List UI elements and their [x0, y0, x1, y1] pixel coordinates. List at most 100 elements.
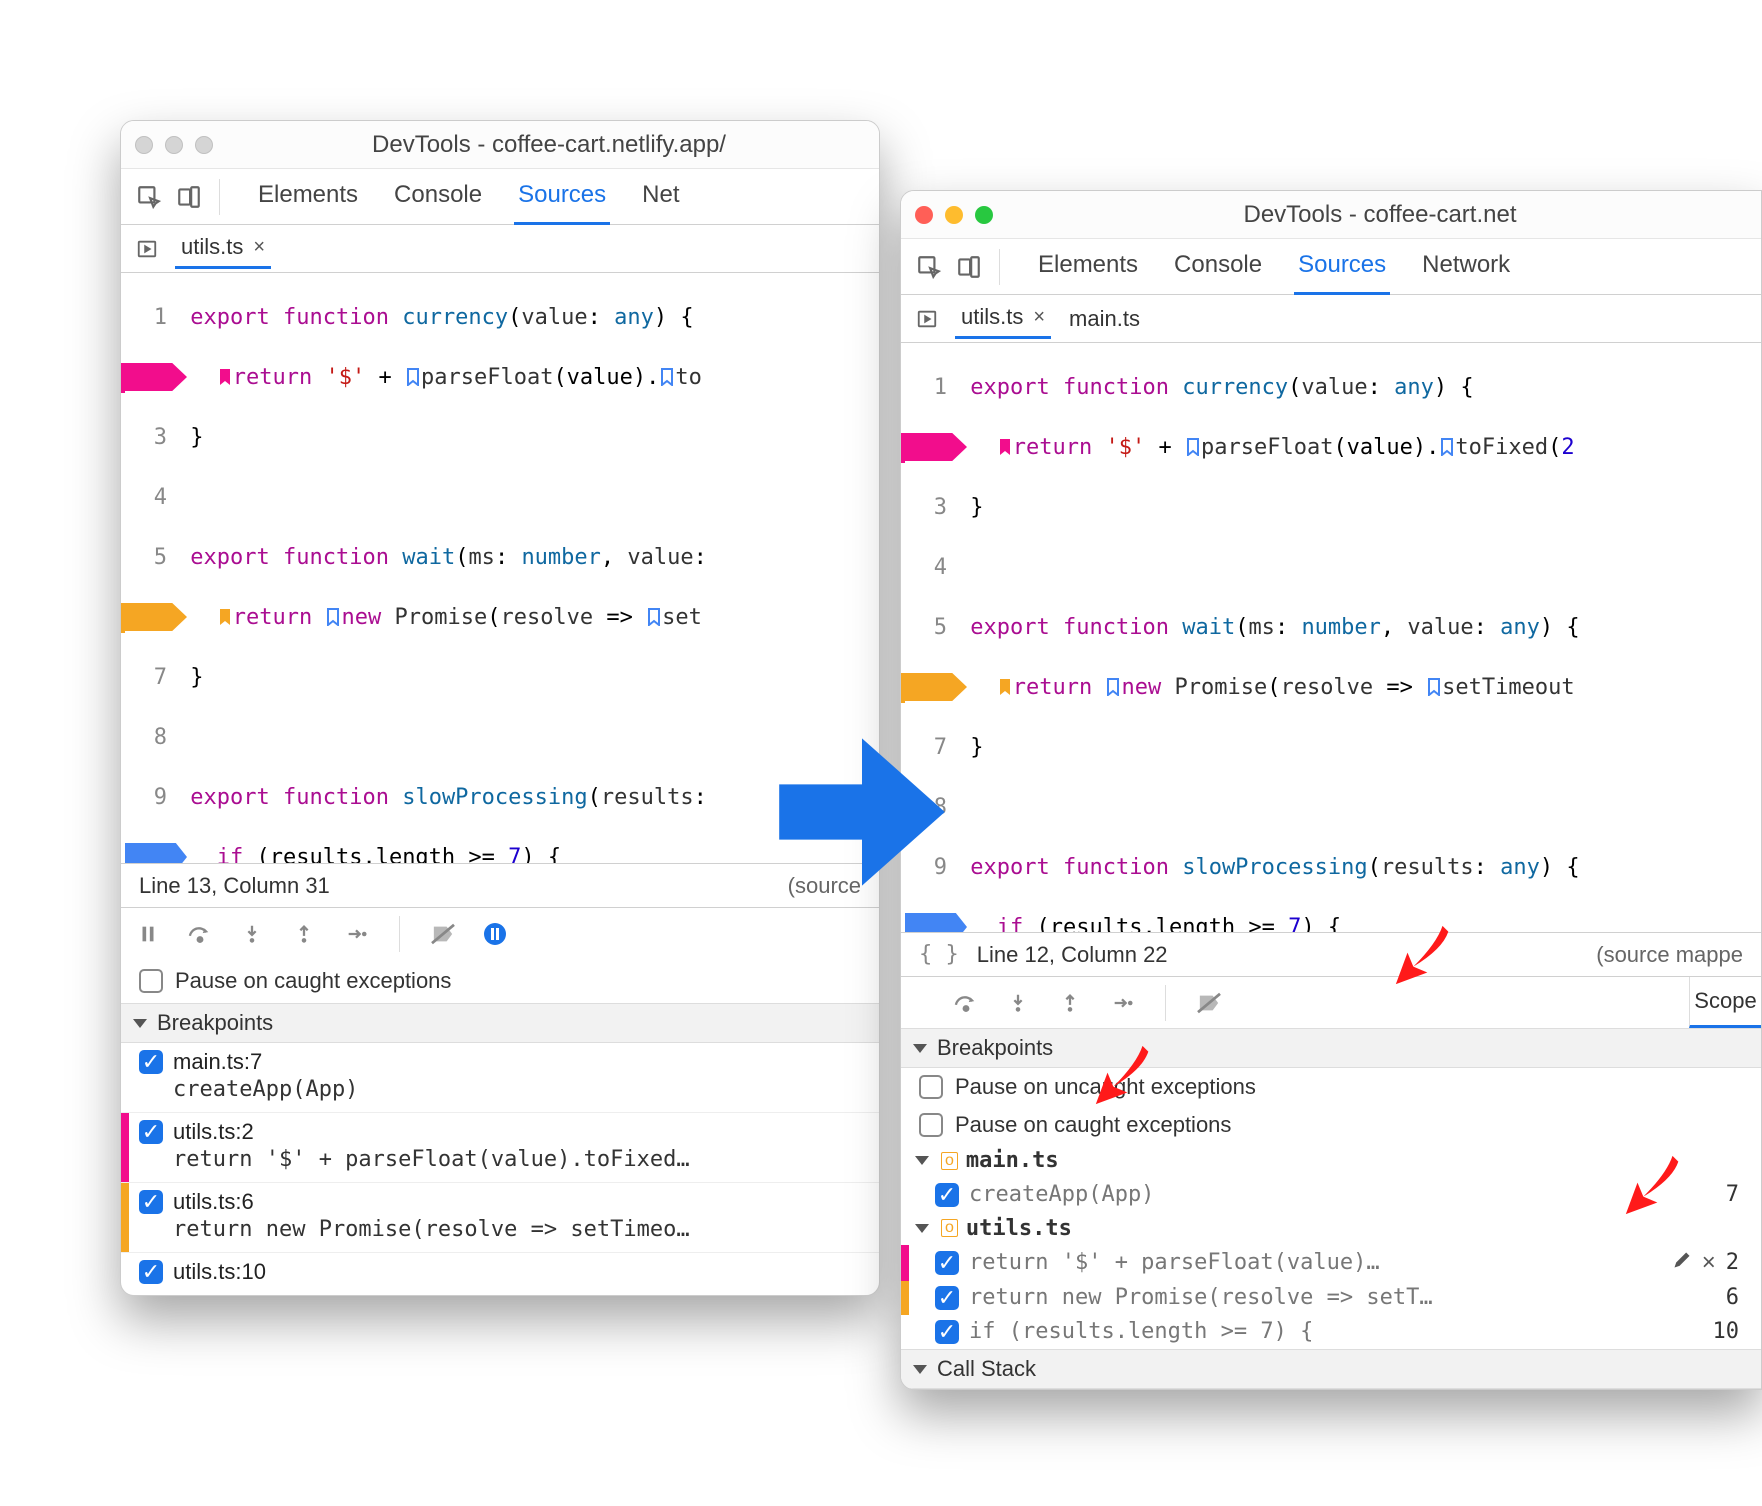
breakpoint-item[interactable]: ✓main.ts:7 createApp(App) — [121, 1043, 879, 1113]
checkbox-checked[interactable]: ✓ — [935, 1183, 959, 1207]
pause-uncaught-row[interactable]: Pause on uncaught exceptions — [901, 1068, 1761, 1106]
window-title: DevTools - coffee-cart.net — [1013, 201, 1747, 229]
checkbox-checked[interactable]: ✓ — [935, 1286, 959, 1310]
step-over-icon[interactable] — [185, 919, 215, 949]
color-marker — [121, 1113, 129, 1182]
panel-tabs: Elements Console Sources Network — [1034, 238, 1514, 295]
navigator-icon[interactable] — [131, 233, 163, 265]
scope-tab[interactable]: Scope — [1689, 977, 1761, 1028]
status-bar: { } Line 12, Column 22 (source mappe — [901, 932, 1761, 976]
delete-icon[interactable]: × — [1702, 1249, 1716, 1277]
tab-console[interactable]: Console — [390, 168, 486, 225]
checkbox-unchecked[interactable] — [919, 1113, 943, 1137]
pause-exceptions-icon[interactable] — [480, 919, 510, 949]
code-editor[interactable]: 1 export function currency(value: any) {… — [901, 343, 1761, 932]
inspect-icon[interactable] — [133, 181, 165, 213]
checkbox-checked[interactable]: ✓ — [139, 1190, 163, 1214]
disclosure-triangle-icon — [915, 1156, 929, 1165]
cursor-position: Line 12, Column 22 — [959, 942, 1597, 968]
pause-caught-row[interactable]: Pause on caught exceptions — [121, 959, 879, 1003]
bp-group-header[interactable]: o utils.ts — [901, 1212, 1761, 1245]
color-marker — [901, 1281, 909, 1315]
step-into-icon[interactable] — [237, 919, 267, 949]
code-editor[interactable]: 1 export function currency(value: any) {… — [121, 273, 879, 863]
disclosure-triangle-icon — [133, 1019, 147, 1028]
breakpoint-list: ✓main.ts:7 createApp(App) ✓utils.ts:2 re… — [121, 1043, 879, 1295]
file-tab-row: utils.ts × — [121, 225, 879, 273]
tab-elements[interactable]: Elements — [1034, 238, 1142, 295]
max-dot[interactable] — [195, 136, 213, 154]
close-dot[interactable] — [915, 206, 933, 224]
pretty-print-icon[interactable]: { } — [919, 942, 959, 967]
inspect-icon[interactable] — [913, 251, 945, 283]
checkbox-checked[interactable]: ✓ — [935, 1320, 959, 1344]
breakpoint-item[interactable]: ✓ createApp(App) 7 — [901, 1177, 1761, 1211]
pause-caught-label: Pause on caught exceptions — [955, 1112, 1231, 1138]
checkbox-checked[interactable]: ✓ — [139, 1120, 163, 1144]
cursor-position: Line 13, Column 31 — [139, 873, 330, 899]
max-dot[interactable] — [975, 206, 993, 224]
close-dot[interactable] — [135, 136, 153, 154]
callstack-header[interactable]: Call Stack — [901, 1349, 1761, 1389]
breakpoint-item[interactable]: ✓ if (results.length >= 7) { 10 — [901, 1315, 1761, 1349]
breakpoint-item[interactable]: ✓ return new Promise(resolve => setT… 6 — [901, 1281, 1761, 1315]
checkbox-unchecked[interactable] — [139, 969, 163, 993]
breakpoint-item[interactable]: ✓utils.ts:6 return new Promise(resolve =… — [121, 1183, 879, 1253]
tab-elements[interactable]: Elements — [254, 168, 362, 225]
pause-caught-label: Pause on caught exceptions — [175, 968, 451, 994]
status-bar: Line 13, Column 31 (source — [121, 863, 879, 907]
tab-sources[interactable]: Sources — [514, 168, 610, 225]
file-tab-main[interactable]: main.ts — [1063, 300, 1146, 338]
ts-badge-icon: o — [941, 1152, 958, 1170]
step-icon[interactable] — [341, 919, 371, 949]
breakpoint-item[interactable]: ✓ return '$' + parseFloat(value)… × 2 — [901, 1245, 1761, 1281]
breakpoints-header[interactable]: Breakpoints — [121, 1003, 879, 1043]
tab-network[interactable]: Network — [1418, 238, 1514, 295]
pause-icon[interactable] — [133, 919, 163, 949]
tab-sources[interactable]: Sources — [1294, 238, 1390, 295]
devtools-window-a: DevTools - coffee-cart.netlify.app/ Elem… — [120, 120, 880, 1296]
checkbox-checked[interactable]: ✓ — [139, 1050, 163, 1074]
step-out-icon[interactable] — [1055, 988, 1085, 1018]
edit-icon[interactable] — [1672, 1250, 1692, 1276]
file-tab-label: main.ts — [1069, 306, 1140, 332]
navigator-icon[interactable] — [911, 303, 943, 335]
annotation-arrow-blue — [770, 720, 954, 904]
file-tab-utils[interactable]: utils.ts × — [175, 228, 271, 269]
breakpoint-item[interactable]: ✓utils.ts:2 return '$' + parseFloat(valu… — [121, 1113, 879, 1183]
step-out-icon[interactable] — [289, 919, 319, 949]
deactivate-breakpoints-icon[interactable] — [1194, 988, 1224, 1018]
titlebar: DevTools - coffee-cart.net — [901, 191, 1761, 239]
min-dot[interactable] — [945, 206, 963, 224]
close-icon[interactable]: × — [253, 236, 265, 259]
breakpoint-item[interactable]: ✓utils.ts:10 — [121, 1253, 879, 1295]
device-icon[interactable] — [173, 181, 205, 213]
step-icon[interactable] — [1107, 988, 1137, 1018]
file-tab-label: utils.ts — [181, 234, 243, 260]
min-dot[interactable] — [165, 136, 183, 154]
color-marker — [901, 1245, 909, 1281]
disclosure-triangle-icon — [913, 1044, 927, 1053]
step-into-icon[interactable] — [1003, 988, 1033, 1018]
window-title: DevTools - coffee-cart.netlify.app/ — [233, 131, 865, 159]
step-over-icon[interactable] — [951, 988, 981, 1018]
devtools-window-b: DevTools - coffee-cart.net Elements Cons… — [900, 190, 1762, 1390]
close-icon[interactable]: × — [1033, 306, 1045, 329]
tab-console[interactable]: Console — [1170, 238, 1266, 295]
bp-group-header[interactable]: o main.ts — [901, 1144, 1761, 1177]
tab-network[interactable]: Net — [638, 168, 683, 225]
breakpoints-header[interactable]: Breakpoints — [901, 1028, 1761, 1068]
traffic-lights — [135, 136, 213, 154]
checkbox-checked[interactable]: ✓ — [935, 1251, 959, 1275]
color-marker — [121, 1183, 129, 1252]
pause-caught-row[interactable]: Pause on caught exceptions — [901, 1106, 1761, 1144]
file-tab-utils[interactable]: utils.ts × — [955, 298, 1051, 339]
debugger-toolbar — [121, 907, 879, 959]
checkbox-checked[interactable]: ✓ — [139, 1260, 163, 1284]
device-icon[interactable] — [953, 251, 985, 283]
file-tab-row: utils.ts × main.ts — [901, 295, 1761, 343]
file-tab-label: utils.ts — [961, 304, 1023, 330]
disclosure-triangle-icon — [913, 1365, 927, 1374]
checkbox-unchecked[interactable] — [919, 1075, 943, 1099]
deactivate-breakpoints-icon[interactable] — [428, 919, 458, 949]
